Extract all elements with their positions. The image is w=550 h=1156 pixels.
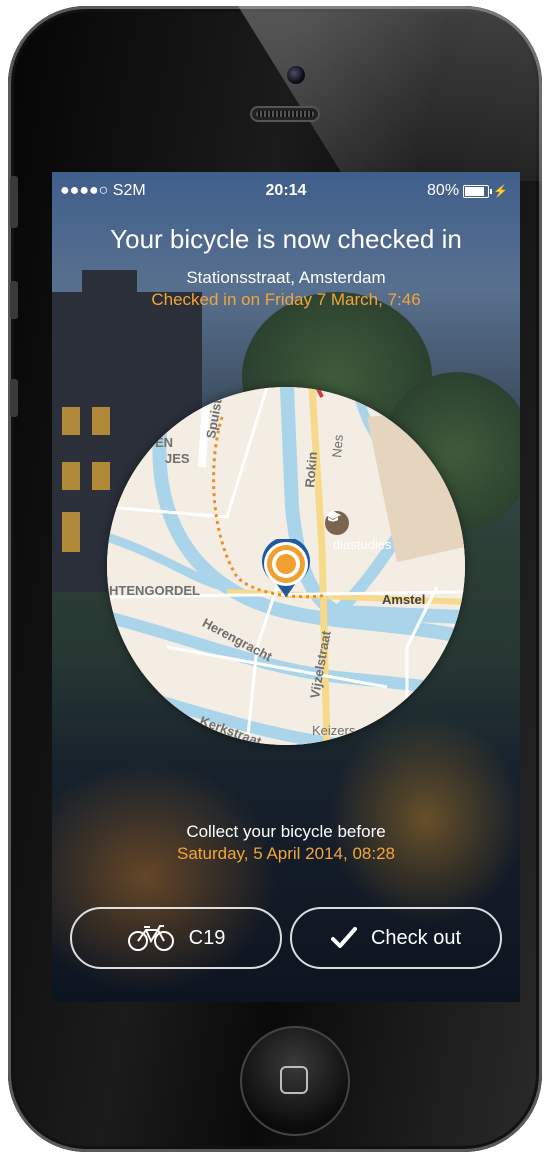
window — [62, 512, 80, 552]
app-screen: ●●●●○ S2M 20:14 80% ⚡ Your bicycle is no… — [52, 172, 520, 1002]
check-out-label: Check out — [370, 926, 462, 949]
location-pin-icon[interactable] — [260, 539, 312, 599]
status-bar: ●●●●○ S2M 20:14 80% ⚡ — [52, 172, 520, 208]
window — [62, 462, 80, 490]
mute-switch — [10, 176, 18, 228]
front-camera — [287, 66, 305, 84]
check-out-button[interactable]: Check out — [290, 907, 502, 969]
map-label-grachtengordel: HTENGORDEL — [109, 583, 200, 598]
collect-label: Collect your bicycle before — [186, 822, 386, 841]
map-label-jes: JES — [165, 451, 190, 466]
map-label-en: EN — [155, 435, 174, 450]
page-title: Your bicycle is now checked in — [110, 224, 462, 254]
glass-reflection — [238, 6, 542, 181]
bike-id-label: C19 — [188, 926, 226, 949]
bike-id-button[interactable]: C19 — [70, 907, 282, 969]
battery-icon — [463, 184, 493, 198]
volume-down-button — [10, 379, 18, 417]
window — [62, 407, 80, 435]
checked-in-time: Checked in on Friday 7 March, 7:46 — [151, 290, 421, 309]
map-label-mediastudies: diastudies — [333, 537, 392, 552]
checkmark-icon — [330, 927, 357, 948]
location-map[interactable]: Spuistraat Rokin Nes EN JES HTENGORDEL d… — [107, 387, 465, 745]
map-label-rokin: Rokin — [302, 451, 321, 489]
volume-up-button — [10, 281, 18, 319]
map-label-nes: Nes — [329, 433, 346, 459]
map-label-keizersgracht: Keizers — [312, 723, 356, 738]
bicycle-icon — [127, 925, 174, 951]
home-square-icon — [280, 1066, 308, 1094]
collect-deadline: Saturday, 5 April 2014, 08:28 — [176, 844, 395, 863]
map-label-amstel: Amstel — [382, 592, 426, 607]
home-button[interactable] — [240, 1026, 350, 1136]
battery-indicator: 80% ⚡ — [427, 182, 508, 200]
graduation-cap-icon[interactable] — [325, 511, 349, 535]
earpiece-speaker — [250, 106, 320, 122]
location-address: Stationsstraat, Amsterdam — [186, 268, 386, 287]
battery-percent: 80% — [427, 182, 460, 199]
charging-icon: ⚡ — [493, 184, 508, 198]
